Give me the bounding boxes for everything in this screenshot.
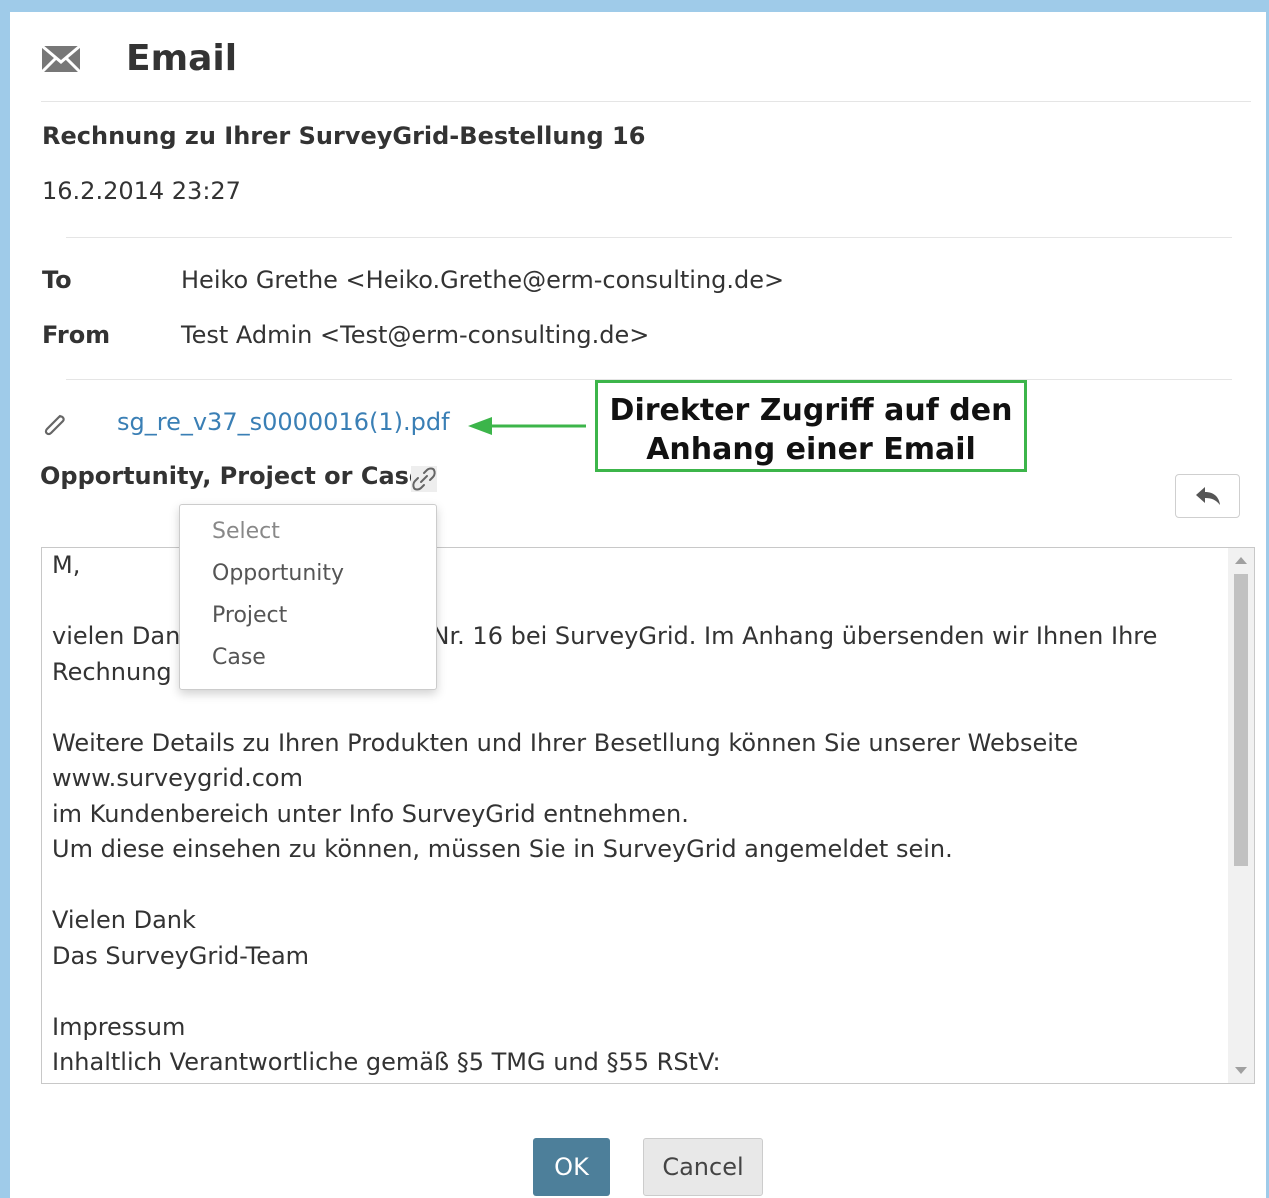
- link-type-dropdown: Select Opportunity Project Case: [179, 504, 437, 690]
- dropdown-option-select[interactable]: Select: [212, 519, 280, 544]
- scrollbar-thumb[interactable]: [1234, 574, 1248, 866]
- paperclip-icon: [44, 414, 65, 436]
- envelope-icon: [41, 44, 81, 74]
- scrollbar[interactable]: [1228, 548, 1254, 1083]
- attachment-link[interactable]: sg_re_v37_s0000016(1).pdf: [117, 408, 450, 436]
- email-subject: Rechnung zu Ihrer SurveyGrid-Bestellung …: [42, 122, 646, 150]
- from-label: From: [42, 321, 111, 349]
- email-body-line: Inhaltlich Verantwortliche gemäß §5 TMG …: [52, 1048, 721, 1076]
- dropdown-option-case[interactable]: Case: [212, 645, 266, 670]
- to-value: Heiko Grethe <Heiko.Grethe@erm-consultin…: [181, 266, 785, 294]
- scroll-up-arrow-icon[interactable]: [1235, 557, 1247, 564]
- reply-icon: [1196, 487, 1220, 505]
- email-body-line: Weitere Details zu Ihren Produkten und I…: [52, 728, 1079, 757]
- dropdown-option-opportunity[interactable]: Opportunity: [212, 561, 344, 586]
- callout-line-2: Anhang einer Email: [646, 432, 976, 467]
- divider: [66, 237, 1232, 238]
- email-body-line: www.surveygrid.com: [52, 764, 303, 792]
- email-body-line: [52, 868, 1212, 904]
- from-value: Test Admin <Test@erm-consulting.de>: [181, 321, 650, 349]
- email-body-line: Das SurveyGrid-Team: [52, 941, 310, 970]
- email-body-line: Impressum: [52, 1012, 186, 1041]
- cancel-button[interactable]: Cancel: [643, 1138, 763, 1196]
- ok-button[interactable]: OK: [533, 1138, 610, 1196]
- email-body-line: [52, 974, 1212, 1010]
- scroll-down-arrow-icon[interactable]: [1235, 1067, 1247, 1074]
- email-body-line: [52, 690, 1212, 726]
- link-field-label: Opportunity, Project or Case: [40, 462, 426, 490]
- callout-line-1: Direkter Zugriff auf den: [609, 393, 1013, 428]
- to-label: To: [42, 266, 72, 294]
- link-icon[interactable]: [411, 466, 437, 492]
- dropdown-option-project[interactable]: Project: [212, 603, 287, 628]
- email-dialog: Email Rechnung zu Ihrer SurveyGrid-Beste…: [10, 12, 1266, 1198]
- dialog-title: Email: [126, 38, 238, 79]
- email-body-line: Um diese einsehen zu können, müssen Sie …: [52, 835, 953, 863]
- annotation-callout: Direkter Zugriff auf den Anhang einer Em…: [595, 380, 1027, 472]
- email-body-line: im Kundenbereich unter Info SurveyGrid e…: [52, 799, 689, 828]
- divider: [41, 101, 1251, 102]
- dialog-header: Email: [10, 12, 1266, 102]
- email-date: 16.2.2014 23:27: [42, 177, 241, 205]
- reply-button[interactable]: [1175, 474, 1240, 518]
- email-body-line: Vielen Dank: [52, 906, 196, 934]
- arrow-left-icon: [468, 417, 586, 435]
